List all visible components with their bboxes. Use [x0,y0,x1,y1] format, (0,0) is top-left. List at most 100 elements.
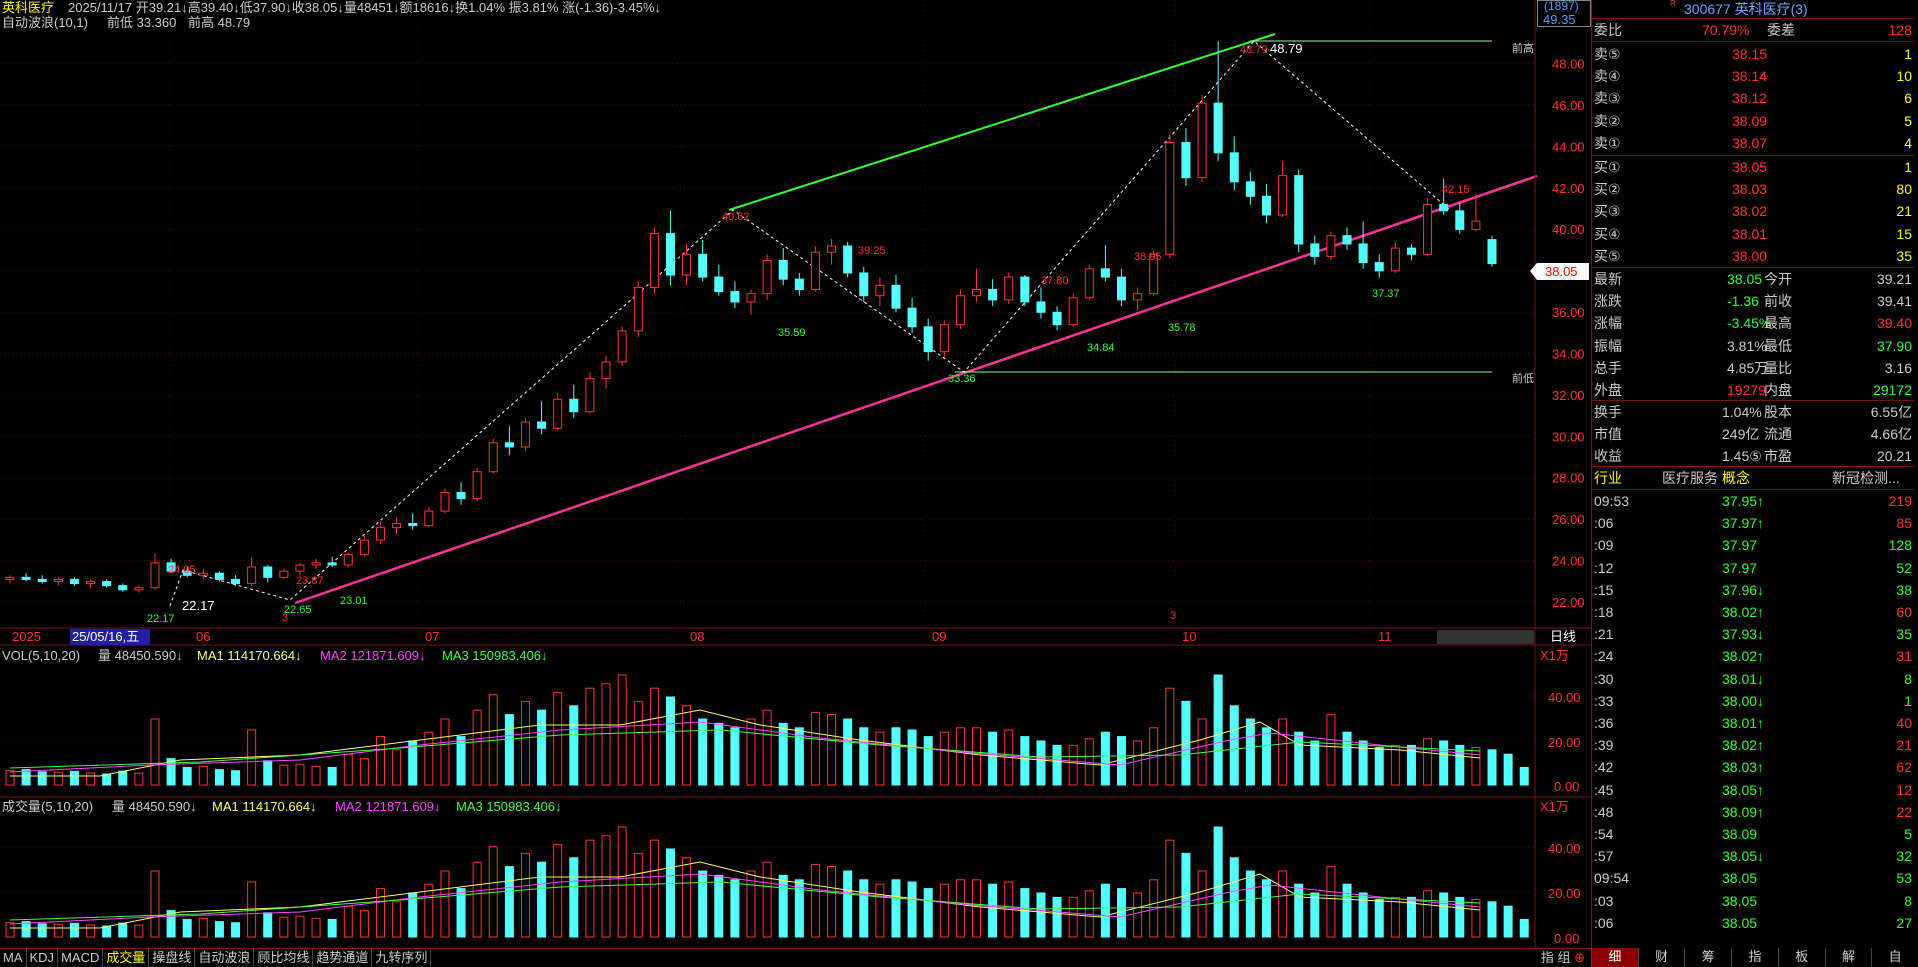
stat2-value: 1.45⑤ [1722,448,1762,465]
volume-bar [972,727,982,786]
stock-chart-window: { "header": { "name": "英科医疗", "info": "2… [0,0,1918,967]
indicator-tab-8[interactable]: 九转序列 [372,949,432,967]
volume-bar [907,881,917,938]
vol2-ma2: MA2 121871.609↓ [335,799,441,814]
volume-bar [520,852,530,938]
volume-bar [214,769,224,786]
candle-body [1165,141,1175,255]
ann-12: 34.84 [1087,342,1115,354]
bottom-right-tabs[interactable]: 指 组 ⊕ [1541,949,1585,967]
candle-body [1390,247,1400,272]
indicator-tab-1[interactable]: KDJ [27,949,59,967]
tick-price: 38.05 [1722,914,1758,931]
buy-label: 买① [1594,159,1621,175]
price-axis-label: 48.00 [1552,57,1585,72]
ann-20: 3 [282,612,288,624]
indicator-tab-6[interactable]: 顾比均线 [254,949,314,967]
time-label-09: 09 [932,629,946,644]
tick-price: 37.97 [1722,537,1758,554]
volume-bar [762,861,772,938]
volume-bar [1455,744,1465,786]
panel-tab-0[interactable]: 细 [1591,948,1638,967]
panel-tab-6[interactable]: 自 [1871,948,1918,967]
stat2-label-2: 流通 [1764,426,1792,443]
price-axis-label: 30.00 [1552,429,1585,444]
stat-label: 外盘 [1594,382,1622,398]
stat-value-2: 39.41 [1876,293,1912,310]
tick-volume: 53 [1896,870,1912,887]
sell-label: 卖⑤ [1594,46,1621,62]
volume-bar [37,923,47,938]
buy-label: 买⑤ [1594,247,1621,264]
indicator-tab-7[interactable]: 趋势通道 [313,949,373,967]
volume-bar [601,835,611,938]
volume-bar [343,753,353,786]
sell-label: 卖④ [1594,68,1621,85]
volume-bar [182,766,192,786]
vol1-tick-0: 0.00 [1554,779,1579,794]
volume-bar [520,700,530,786]
indicator-tab-2[interactable]: MACD [58,949,104,967]
volume-bar [537,861,547,938]
industry-row[interactable]: 行业 医疗服务 概念 新冠检测... [1592,467,1914,489]
tick-price: 37.95↑ [1722,493,1765,509]
tick-time: :39 [1594,737,1614,754]
tick-price: 38.02↑ [1722,737,1765,754]
ann-10: 33.36 [948,373,976,385]
volume-bar [456,736,466,786]
volume-bar [1068,896,1078,938]
candle-body [295,564,305,572]
volume-bar [472,709,482,786]
indicator-tab-4[interactable]: 操盘线 [149,949,196,967]
stat2-label-2: 股本 [1764,404,1792,420]
panel-tab-2[interactable]: 筹 [1684,948,1731,967]
volume-bar [923,888,933,938]
tick-volume: 60 [1896,604,1912,620]
panel-tab-4[interactable]: 板 [1777,948,1825,967]
price-chart[interactable]: 22.17 24.05 22.17 23.87 22.65 23.01 40.6… [0,0,1591,948]
volume-bar [182,918,192,938]
candle-body [1052,311,1062,326]
volume-bar [376,888,385,938]
volume-bar [150,718,160,786]
volume-bar [392,901,402,938]
volume-bar [1278,870,1288,938]
volume-bar [810,711,820,786]
tick-volume: 12 [1896,781,1912,798]
volume-bar [1342,731,1352,786]
candle-body [1213,102,1223,154]
volume-bar [827,714,837,786]
panel-title-row: R 300677 英科医疗(3) [1670,0,1808,17]
candle-body [537,421,547,429]
volume-bar [1390,896,1400,938]
volume-bar [150,870,160,938]
panel-tab-1[interactable]: 财 [1637,948,1685,967]
volume-bar [1245,718,1255,786]
tick-volume: 5 [1904,826,1912,842]
candle-body [1374,262,1384,272]
volume-bar [456,888,466,938]
panel-tab-3[interactable]: 指 [1731,948,1778,967]
panel-tab-5[interactable]: 解 [1824,948,1872,967]
sell-price: 38.14 [1732,68,1768,85]
indicator-tab-0[interactable]: MA [0,949,27,967]
ann-4: 23.87 [296,575,324,587]
tick-volume: 1 [1904,692,1912,709]
indicator-tab-3[interactable]: 成交量 [103,949,150,967]
volume-bar [86,924,96,938]
volume-bar [553,692,563,786]
vol2-tick-0: 0.00 [1554,931,1579,946]
candle-body [456,491,466,500]
stat-label-2: 量比 [1764,359,1792,376]
buy-volume: 1 [1904,159,1912,175]
candle-body [359,539,369,556]
indicator-tab-5[interactable]: 自动波浪 [195,949,255,967]
volume-bar [1374,899,1384,938]
volume-bar [1294,731,1304,786]
buy-label: 买③ [1594,203,1621,220]
stat-label: 涨幅 [1594,315,1622,332]
volume-bar [1020,888,1030,938]
volume-bar [1487,749,1497,786]
price-axis-label: 42.00 [1552,181,1585,196]
tick-volume: 62 [1896,759,1912,776]
